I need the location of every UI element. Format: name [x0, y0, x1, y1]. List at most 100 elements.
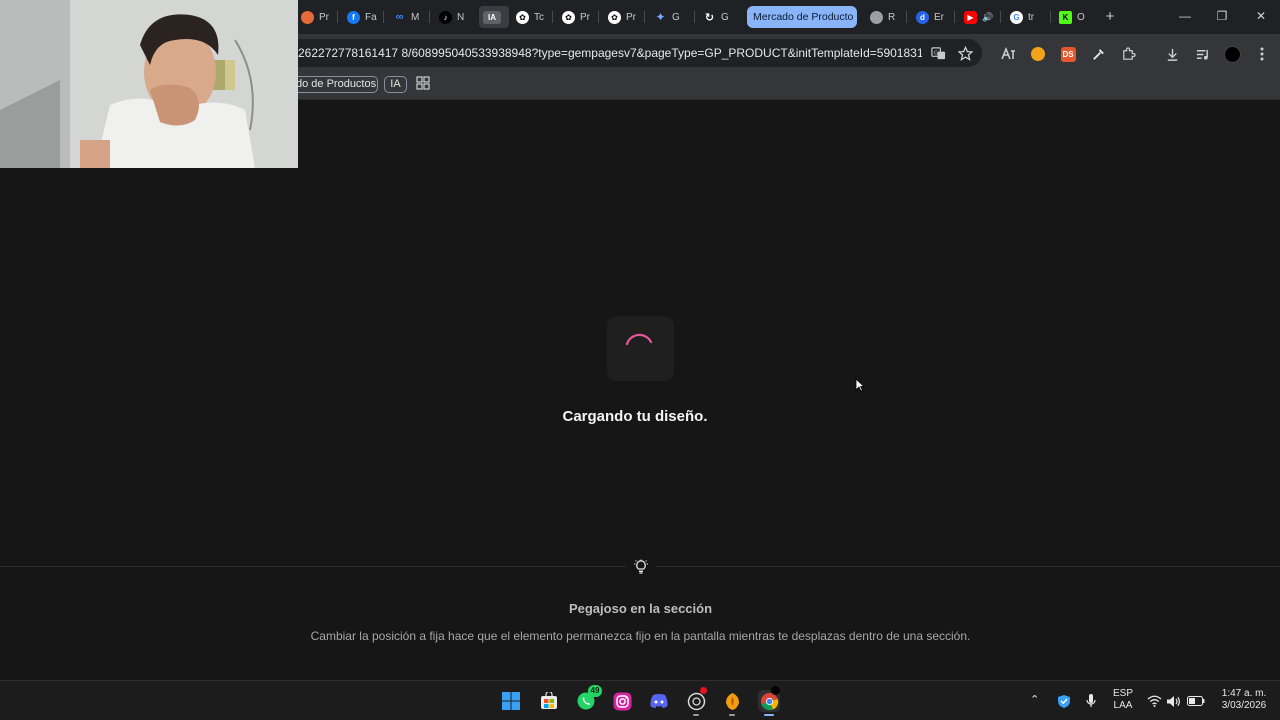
- reload-icon: ↻: [704, 11, 715, 24]
- openai-icon: ✿: [608, 10, 621, 24]
- youtube-icon: ▶: [964, 10, 977, 24]
- new-tab-button[interactable]: +: [1103, 8, 1117, 26]
- d-icon: d: [916, 10, 929, 24]
- wifi-icon[interactable]: [1145, 690, 1163, 712]
- media-control-icon[interactable]: [1192, 44, 1212, 64]
- speaker-icon: 🔊: [982, 11, 994, 22]
- extension-ds-icon[interactable]: DS: [1058, 44, 1078, 64]
- tab-6-label: Tc: [534, 11, 544, 23]
- clock[interactable]: 1:47 a. m. 3/03/2026: [1214, 688, 1274, 712]
- tab-4[interactable]: ♪ N: [435, 6, 471, 28]
- webcam-person-image: [0, 0, 298, 168]
- tab-5[interactable]: IA: [479, 6, 509, 28]
- clock-time: 1:47 a. m.: [1221, 688, 1267, 699]
- google-icon: G: [1010, 10, 1023, 24]
- start-windows-icon[interactable]: [500, 690, 522, 712]
- address-bar[interactable]: 262272778161417 8/608995040533938948?typ…: [298, 39, 982, 67]
- restore-button[interactable]: ❐: [1209, 6, 1235, 26]
- loading-message: Cargando tu diseño.: [562, 408, 708, 425]
- notification-dot: [700, 687, 707, 694]
- bookmark-ia-label: IA: [390, 78, 401, 90]
- tab-9-label: G: [672, 11, 680, 23]
- tab-13[interactable]: d Er: [912, 6, 950, 28]
- extensions-puzzle-icon[interactable]: [1118, 44, 1138, 64]
- openai-icon: ✿: [562, 10, 575, 24]
- loading-spinner-icon: [625, 333, 653, 346]
- clock-date: 3/03/2026: [1221, 700, 1267, 711]
- tab-15[interactable]: G tr: [1006, 6, 1046, 28]
- minimize-button[interactable]: —: [1172, 6, 1198, 26]
- svg-text:G: G: [933, 50, 937, 56]
- tiktok-icon: ♪: [439, 10, 452, 24]
- input-language[interactable]: ESP LAA: [1108, 688, 1138, 712]
- tab-1[interactable]: Pr: [297, 6, 333, 28]
- whatsapp-icon[interactable]: 49: [575, 685, 602, 712]
- bookmark-folder-label: do de Productos: [296, 78, 377, 90]
- webcam-overlay: [0, 0, 298, 168]
- running-indicator: [693, 714, 699, 716]
- battery-icon[interactable]: [1186, 690, 1206, 712]
- microsoft-store-icon[interactable]: [538, 690, 560, 712]
- globe-icon: [870, 10, 883, 24]
- running-indicator: [729, 714, 735, 716]
- active-indicator: [764, 714, 774, 716]
- whatsapp-badge: 49: [588, 685, 602, 697]
- facebook-icon: f: [347, 10, 360, 24]
- bookmark-star-icon[interactable]: [956, 44, 974, 62]
- chatgpt-app-icon[interactable]: [685, 687, 707, 716]
- close-window-button[interactable]: ✕: [1248, 6, 1274, 26]
- download-icon[interactable]: [1162, 44, 1182, 64]
- tip-description: Cambiar la posición a fija hace que el e…: [310, 629, 971, 643]
- tab-16[interactable]: K O: [1055, 6, 1091, 28]
- profile-avatar[interactable]: [1222, 44, 1242, 64]
- fl-studio-icon[interactable]: [721, 690, 743, 716]
- tab-12-label: R: [888, 11, 896, 23]
- tab-13-label: Er: [934, 11, 944, 23]
- lang-bottom: LAA: [1113, 700, 1133, 711]
- tip-title: Pegajoso en la sección: [568, 601, 713, 616]
- extension-icon[interactable]: [998, 44, 1018, 64]
- tab-1-label: Pr: [319, 11, 329, 23]
- extension-orange-icon[interactable]: [1028, 44, 1048, 64]
- lang-top: ESP: [1112, 688, 1133, 699]
- tab-15-label: tr: [1028, 11, 1035, 23]
- tab-group-label: Mercado de Producto: [753, 11, 854, 23]
- chrome-icon[interactable]: [758, 686, 780, 716]
- tab-7-label: Pr: [580, 11, 590, 23]
- security-shield-icon[interactable]: [1054, 690, 1074, 712]
- tab-6[interactable]: ✿ Tc: [512, 6, 548, 28]
- windows-taskbar: 49 ⌃ ESP LAA 1:47 a. m. 3/03/2026: [0, 680, 1280, 720]
- tab-3[interactable]: ∞ M: [389, 6, 425, 28]
- tab-9[interactable]: ✦ G: [650, 6, 690, 28]
- tab-3-label: M: [411, 11, 420, 23]
- translate-icon[interactable]: G: [929, 44, 947, 62]
- microphone-icon[interactable]: [1081, 690, 1101, 712]
- tab-8[interactable]: ✿ Pr: [604, 6, 640, 28]
- bookmark-ia[interactable]: IA: [384, 76, 407, 93]
- mouse-cursor-icon: [855, 378, 866, 392]
- tray-overflow-chevron-icon[interactable]: ⌃: [1030, 694, 1039, 706]
- menu-kebab-icon[interactable]: [1252, 44, 1272, 64]
- lightbulb-icon: [626, 552, 656, 582]
- discord-icon[interactable]: [648, 690, 670, 712]
- tab-group-mercado[interactable]: Mercado de Producto: [747, 6, 857, 28]
- tab-12[interactable]: R: [866, 6, 902, 28]
- tab-7[interactable]: ✿ Pr: [558, 6, 594, 28]
- orange-circle-icon: [301, 10, 314, 24]
- tab-8-label: Pr: [626, 11, 636, 23]
- eyedropper-icon[interactable]: [1088, 44, 1108, 64]
- bookmark-folder-productos[interactable]: do de Productos: [290, 76, 378, 93]
- tab-2[interactable]: f Fa: [343, 6, 379, 28]
- url-text[interactable]: 262272778161417 8/608995040533938948?typ…: [298, 46, 922, 60]
- tab-14[interactable]: ▶ 🔊: [960, 6, 996, 28]
- tab-2-label: Fa: [365, 11, 377, 23]
- ia-tab-icon: IA: [483, 10, 501, 24]
- volume-icon[interactable]: [1164, 690, 1182, 712]
- tab-10[interactable]: ↻ G: [699, 6, 737, 28]
- apps-grid-icon[interactable]: [416, 76, 432, 92]
- k-icon: K: [1059, 10, 1072, 24]
- instagram-icon[interactable]: [611, 690, 633, 712]
- meta-icon: ∞: [395, 11, 404, 23]
- gemini-icon: ✦: [655, 10, 666, 24]
- tab-4-label: N: [457, 11, 465, 23]
